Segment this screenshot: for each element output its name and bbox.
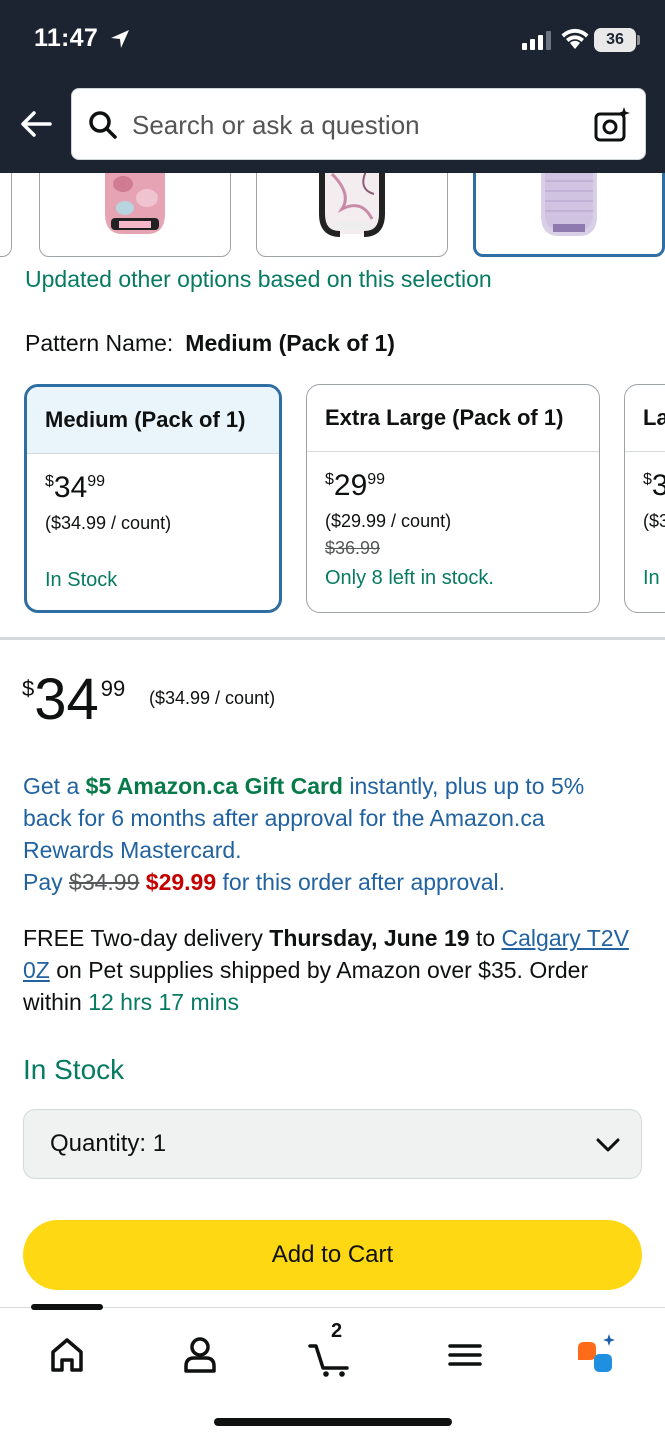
location-arrow-icon: [111, 30, 129, 48]
updated-options-note: Updated other options based on this sele…: [25, 266, 492, 292]
product-image: [105, 173, 165, 234]
back-arrow-icon[interactable]: [16, 104, 56, 144]
section-divider: [0, 637, 665, 640]
pattern-name-label: Pattern Name:: [25, 330, 174, 356]
quantity-label: Quantity: 1: [50, 1130, 167, 1157]
image-thumbnails: [0, 173, 665, 265]
pattern-name-row: Pattern Name: Medium (Pack of 1): [25, 330, 395, 357]
quantity-value: 1: [152, 1130, 167, 1157]
chevron-down-icon: [596, 1138, 620, 1152]
thumbnail-lavender-selected[interactable]: [473, 173, 665, 257]
pattern-name-selected: Medium (Pack of 1): [185, 330, 395, 356]
variant-unit-price: ($29.99 / count): [325, 511, 452, 531]
variant-title: Medium (Pack of 1): [27, 387, 279, 454]
variant-card-medium[interactable]: Medium (Pack of 1) $3499 ($34.99 / count…: [24, 384, 282, 613]
cell-signal-icon: [522, 31, 551, 50]
variant-unit-price: ($3: [643, 511, 665, 531]
product-price: $ 34 99: [22, 667, 126, 732]
variant-selector: Medium (Pack of 1) $3499 ($34.99 / count…: [0, 384, 665, 616]
status-time: 11:47: [34, 24, 99, 52]
product-image: [541, 173, 597, 236]
wifi-icon: [561, 28, 589, 49]
home-indicator: [214, 1418, 452, 1426]
nav-rufus[interactable]: [572, 1330, 622, 1380]
cart-count-badge: 2: [331, 1320, 343, 1342]
product-image: [319, 173, 385, 237]
product-unit-price: ($34.99 / count): [149, 688, 276, 708]
search-bar[interactable]: [71, 88, 646, 160]
variant-unit-price: ($34.99 / count): [45, 513, 172, 533]
gift-card-highlight: $5 Amazon.ca Gift Card: [85, 773, 343, 799]
camera-lens-icon[interactable]: [592, 105, 632, 145]
availability-status: In Stock: [23, 1054, 125, 1085]
rufus-assistant-icon: [578, 1334, 615, 1372]
delivery-date: Thursday, June 19: [269, 925, 470, 951]
variant-price: $3499: [45, 471, 106, 504]
nav-account[interactable]: [175, 1330, 225, 1380]
order-countdown: 12 hrs 17 mins: [88, 989, 240, 1015]
nav-menu[interactable]: [440, 1330, 490, 1380]
variant-card-extra-large[interactable]: Extra Large (Pack of 1) $2999 ($29.99 / …: [306, 384, 600, 613]
offer-old-price: $34.99: [69, 869, 140, 895]
search-icon: [89, 111, 117, 139]
add-to-cart-button[interactable]: Add to Cart: [23, 1220, 642, 1290]
top-bar: 11:47 36: [0, 0, 665, 173]
variant-stock: Only 8 left in stock.: [325, 567, 494, 589]
variant-price: $2999: [325, 469, 386, 502]
variant-title: La: [625, 385, 665, 452]
variant-title: Extra Large (Pack of 1): [307, 385, 599, 452]
variant-stock: In: [643, 567, 660, 589]
search-input[interactable]: [132, 105, 572, 145]
active-tab-indicator: [31, 1304, 103, 1310]
home-icon: [51, 1338, 83, 1372]
variant-card-large[interactable]: La $3 ($3 In: [624, 384, 665, 613]
variant-price: $3: [643, 469, 665, 502]
battery-indicator: 36: [594, 28, 636, 52]
account-icon: [184, 1337, 216, 1373]
variant-stock: In Stock: [45, 569, 118, 591]
thumbnail-previous[interactable]: [0, 173, 12, 257]
menu-icon: [448, 1344, 482, 1366]
mastercard-offer[interactable]: Get a $5 Amazon.ca Gift Card instantly, …: [23, 770, 633, 898]
quantity-dropdown[interactable]: Quantity: 1: [23, 1109, 642, 1179]
battery-tip: [637, 35, 640, 45]
offer-new-price: $29.99: [145, 869, 217, 895]
thumbnail-pink-camo[interactable]: [39, 173, 231, 257]
delivery-info: FREE Two-day delivery Thursday, June 19 …: [23, 925, 629, 1015]
nav-home[interactable]: [42, 1330, 92, 1380]
thumbnail-marble[interactable]: [256, 173, 448, 257]
variant-list-price: $36.99: [325, 538, 381, 558]
